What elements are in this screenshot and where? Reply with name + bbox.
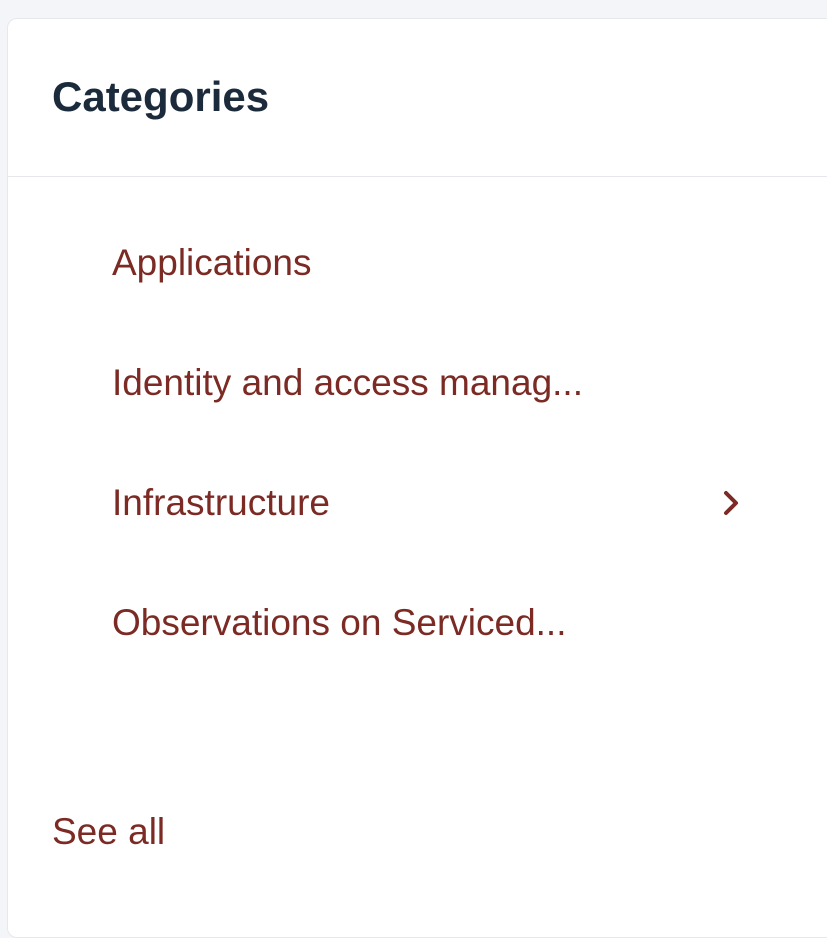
category-item-applications[interactable]: Applications (8, 203, 768, 323)
category-label: Infrastructure (112, 482, 330, 523)
categories-panel: Categories Applications Identity and acc… (7, 18, 827, 938)
panel-title: Categories (52, 73, 270, 120)
category-item-observations-on-serviced[interactable]: Observations on Serviced... (8, 563, 768, 683)
category-item-infrastructure[interactable]: Infrastructure (8, 443, 768, 563)
category-label: Observations on Serviced... (112, 602, 567, 643)
see-all-link[interactable]: See all (52, 809, 165, 855)
chevron-right-icon[interactable] (720, 488, 742, 518)
category-item-identity-and-access-management[interactable]: Identity and access manag... (8, 323, 768, 443)
category-label: Applications (112, 242, 312, 283)
panel-header: Categories (8, 19, 827, 177)
category-list: Applications Identity and access manag..… (8, 203, 768, 683)
category-label: Identity and access manag... (112, 362, 583, 403)
